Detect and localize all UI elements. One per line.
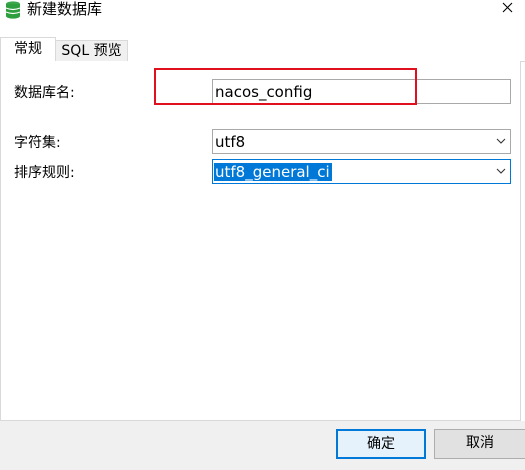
charset-select[interactable]: utf8 <box>212 129 511 154</box>
database-icon <box>5 1 21 19</box>
window-title: 新建数据库 <box>27 0 103 18</box>
db-name-label: 数据库名: <box>14 85 75 101</box>
cancel-button[interactable]: 取消 <box>434 429 525 459</box>
tab-general[interactable]: 常规 <box>0 37 56 62</box>
collation-label: 排序规则: <box>14 165 75 181</box>
close-icon <box>502 2 513 13</box>
tab-sql-preview[interactable]: SQL 预览 <box>56 40 128 62</box>
chevron-down-icon <box>496 168 506 174</box>
general-panel <box>0 61 521 421</box>
charset-label: 字符集: <box>14 135 61 151</box>
chevron-down-icon <box>496 138 506 144</box>
ok-button[interactable]: 确定 <box>336 429 426 459</box>
collation-value: utf8_general_ci <box>214 163 332 181</box>
collation-select[interactable]: utf8_general_ci <box>212 159 511 184</box>
close-button[interactable] <box>490 0 525 20</box>
charset-value: utf8 <box>215 133 246 151</box>
annotation-highlight-box <box>154 68 417 105</box>
